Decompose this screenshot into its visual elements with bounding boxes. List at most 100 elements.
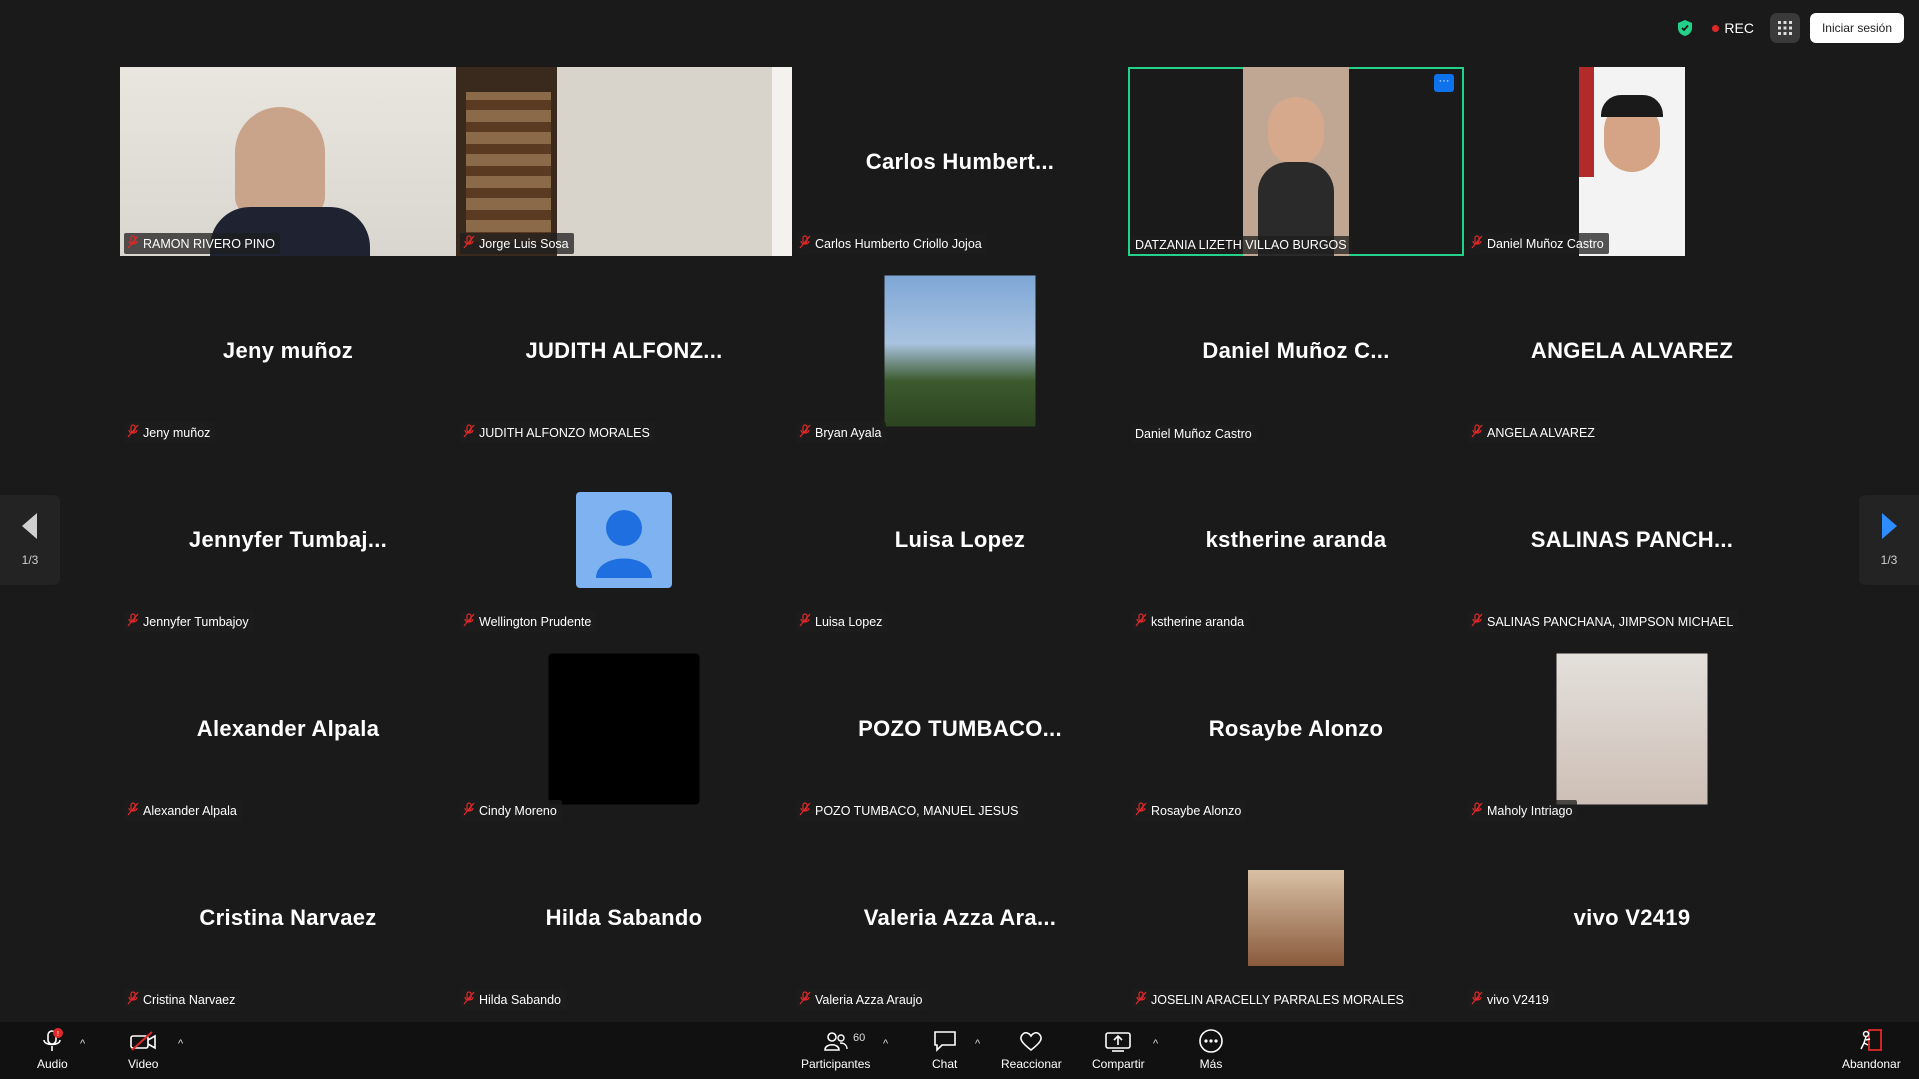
top-status-bar: REC Iniciar sesión: [1674, 10, 1904, 46]
leave-button[interactable]: Abandonar: [1842, 1028, 1901, 1071]
participant-name-label: Carlos Humberto Criollo Jojoa: [796, 233, 987, 254]
participant-tile[interactable]: POZO TUMBACO... POZO TUMBACO, MANUEL JESU…: [792, 634, 1128, 823]
participant-display-name: Carlos Humbert...: [865, 148, 1055, 174]
audio-button[interactable]: ! Audio: [37, 1028, 68, 1071]
participant-display-name: Daniel Muñoz C...: [1202, 337, 1390, 363]
participant-tile[interactable]: JUDITH ALFONZ... JUDITH ALFONZO MORALES: [456, 256, 792, 445]
participant-name: POZO TUMBACO, MANUEL JESUS: [815, 803, 1019, 818]
more-button[interactable]: Más: [1198, 1028, 1224, 1071]
participant-name-label: JUDITH ALFONZO MORALES: [460, 422, 655, 443]
encryption-shield-icon[interactable]: [1674, 17, 1696, 39]
participant-name-label: ANGELA ALVAREZ: [1468, 422, 1600, 443]
participant-tile[interactable]: RAMON RIVERO PINO: [120, 67, 456, 256]
rec-label: REC: [1724, 20, 1754, 36]
muted-mic-icon: [127, 613, 139, 630]
chat-options-caret[interactable]: ^: [975, 1038, 980, 1050]
participant-display-name: Hilda Sabando: [545, 904, 703, 930]
participant-name: Daniel Muñoz Castro: [1135, 427, 1252, 441]
participant-tile[interactable]: Hilda Sabando Hilda Sabando: [456, 823, 792, 1012]
participant-tile[interactable]: Bryan Ayala: [792, 256, 1128, 445]
participant-tile[interactable]: Cindy Moreno: [456, 634, 792, 823]
audio-options-caret[interactable]: ^: [80, 1038, 85, 1050]
participant-video-off: [548, 653, 700, 804]
participant-name: Alexander Alpala: [143, 803, 237, 818]
participant-tile[interactable]: kstherine aranda kstherine aranda: [1128, 445, 1464, 634]
participant-name-label: Jorge Luis Sosa: [460, 233, 574, 254]
participant-tile[interactable]: Jorge Luis Sosa: [456, 67, 792, 256]
participant-name-label: RAMON RIVERO PINO: [124, 233, 280, 254]
participant-name-label: Luisa Lopez: [796, 611, 888, 632]
participant-tile[interactable]: Daniel Muñoz Castro: [1464, 67, 1800, 256]
react-button[interactable]: Reaccionar: [1001, 1028, 1062, 1071]
participant-tile[interactable]: JOSELIN ARACELLY PARRALES MORALES: [1128, 823, 1464, 1012]
participant-tile[interactable]: Alexander Alpala Alexander Alpala: [120, 634, 456, 823]
participants-icon: [823, 1028, 848, 1054]
participant-name: DATZANIA LIZETH VILLAO BURGOS: [1135, 238, 1347, 252]
participant-name: ANGELA ALVAREZ: [1487, 425, 1595, 440]
participants-options-caret[interactable]: ^: [883, 1038, 888, 1050]
muted-mic-icon: [463, 424, 475, 441]
participants-count: 60: [853, 1032, 866, 1044]
participant-tile[interactable]: Daniel Muñoz C... Daniel Muñoz Castro: [1128, 256, 1464, 445]
participant-tile[interactable]: Cristina Narvaez Cristina Narvaez: [120, 823, 456, 1012]
muted-mic-icon: [127, 235, 139, 252]
participant-name-label: SALINAS PANCHANA, JIMPSON MICHAEL: [1468, 611, 1739, 632]
participant-tile[interactable]: vivo V2419 vivo V2419: [1464, 823, 1800, 1012]
participant-name: Rosaybe Alonzo: [1151, 803, 1242, 818]
participant-name: Jorge Luis Sosa: [479, 236, 569, 251]
muted-mic-icon: [1471, 424, 1483, 441]
participant-name: Hilda Sabando: [479, 992, 562, 1007]
participant-display-name: SALINAS PANCH...: [1530, 526, 1734, 552]
more-label: Más: [1199, 1057, 1223, 1071]
video-off-icon: [129, 1028, 157, 1054]
participant-name: Luisa Lopez: [815, 614, 883, 629]
participant-name: Maholy Intriago: [1487, 803, 1573, 818]
participant-tile[interactable]: Jennyfer Tumbaj... Jennyfer Tumbajoy: [120, 445, 456, 634]
participant-name: Jeny muñoz: [143, 425, 211, 440]
participant-tile[interactable]: ANGELA ALVAREZ ANGELA ALVAREZ: [1464, 256, 1800, 445]
participant-name: Cindy Moreno: [479, 803, 557, 818]
participant-tile[interactable]: Carlos Humbert... Carlos Humberto Criollo…: [792, 67, 1128, 256]
page-indicator-right: 1/3: [1880, 553, 1898, 567]
participant-name: Daniel Muñoz Castro: [1487, 236, 1604, 251]
muted-mic-icon: [127, 802, 139, 819]
next-page-button[interactable]: 1/3: [1859, 495, 1919, 585]
participant-display-name: Cristina Narvaez: [199, 904, 377, 930]
video-options-caret[interactable]: ^: [178, 1038, 183, 1050]
muted-mic-icon: [799, 613, 811, 630]
signin-button[interactable]: Iniciar sesión: [1809, 13, 1904, 43]
recording-indicator[interactable]: REC: [1706, 20, 1760, 36]
participant-tile[interactable]: Wellington Prudente: [456, 445, 792, 634]
participant-tile[interactable]: Maholy Intriago: [1464, 634, 1800, 823]
chat-label: Chat: [932, 1057, 958, 1071]
chat-button[interactable]: Chat: [932, 1028, 957, 1071]
video-label: Video: [128, 1057, 159, 1071]
participant-name-label: Jeny muñoz: [124, 422, 216, 443]
participant-name-label: Daniel Muñoz Castro: [1468, 233, 1609, 254]
previous-page-button[interactable]: 1/3: [0, 495, 60, 585]
share-options-caret[interactable]: ^: [1153, 1038, 1158, 1050]
participant-tile[interactable]: Rosaybe Alonzo Rosaybe Alonzo: [1128, 634, 1464, 823]
participant-tile[interactable]: Valeria Azza Ara... Valeria Azza Araujo: [792, 823, 1128, 1012]
participant-display-name: kstherine aranda: [1205, 526, 1387, 552]
muted-mic-icon: [463, 991, 475, 1008]
participant-name-label: JOSELIN ARACELLY PARRALES MORALES: [1132, 989, 1409, 1010]
share-screen-button[interactable]: Compartir: [1092, 1028, 1145, 1071]
participant-name-label: Jennyfer Tumbajoy: [124, 611, 254, 632]
more-dots-icon: [1198, 1028, 1224, 1054]
participant-tile[interactable]: Jeny muñoz Jeny muñoz: [120, 256, 456, 445]
tile-more-button[interactable]: ···: [1434, 74, 1454, 92]
participant-name-label: Rosaybe Alonzo: [1132, 800, 1247, 821]
participant-name-label: Cindy Moreno: [460, 800, 562, 821]
participant-name: Carlos Humberto Criollo Jojoa: [815, 236, 982, 251]
participant-name-label: Bryan Ayala: [796, 422, 887, 443]
gallery-view-button[interactable]: [1769, 13, 1800, 43]
participant-name: SALINAS PANCHANA, JIMPSON MICHAEL: [1487, 614, 1734, 629]
video-button[interactable]: Video: [128, 1028, 158, 1071]
muted-mic-icon: [1135, 991, 1147, 1008]
participant-tile[interactable]: Luisa Lopez Luisa Lopez: [792, 445, 1128, 634]
grid-icon: [1777, 21, 1792, 35]
participant-tile[interactable]: ··· DATZANIA LIZETH VILLAO BURGOS: [1128, 67, 1464, 256]
leave-door-icon: [1857, 1028, 1885, 1054]
participant-tile[interactable]: SALINAS PANCH... SALINAS PANCHANA, JIMPSO…: [1464, 445, 1800, 634]
